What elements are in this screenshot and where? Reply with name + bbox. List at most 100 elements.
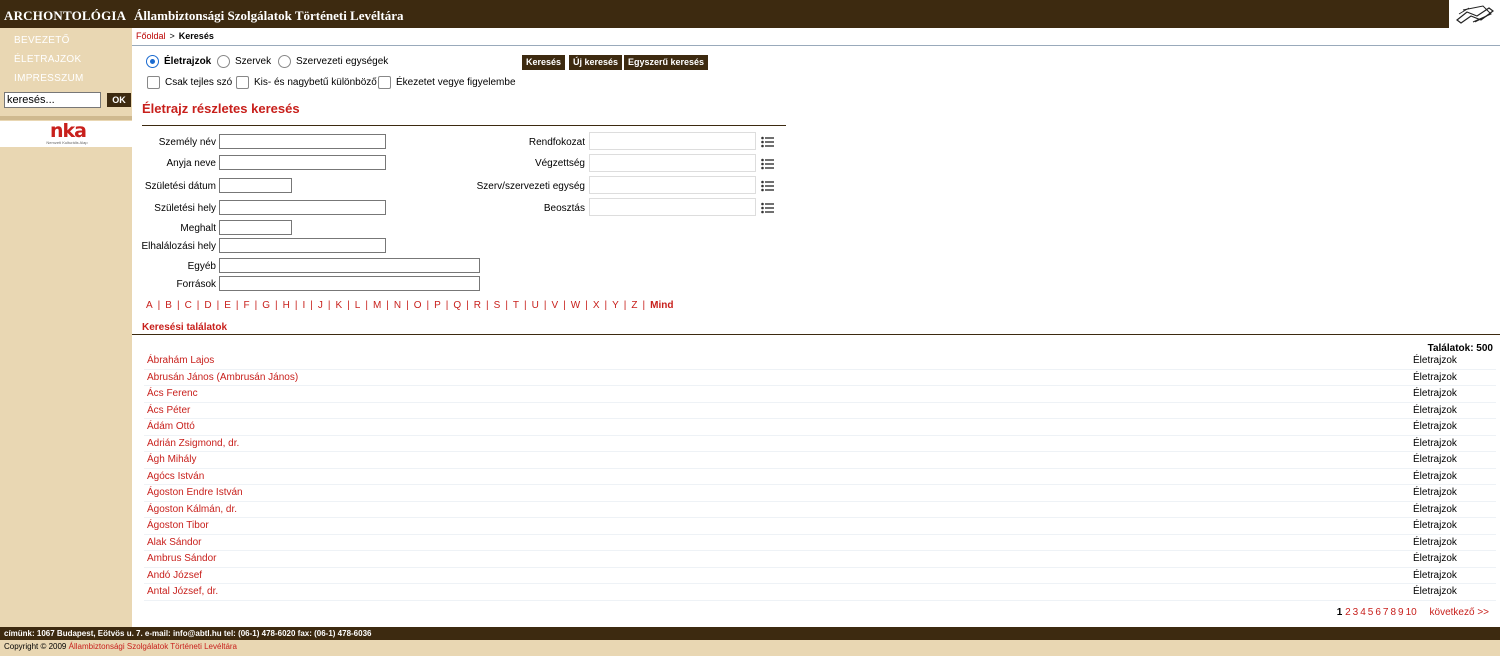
input-elhalalozasi-hely[interactable] [219, 238, 386, 253]
input-rendfokozat[interactable] [589, 132, 756, 150]
radio-szervek[interactable]: Szervek [217, 55, 271, 68]
search-ok-button[interactable]: OK [107, 93, 131, 107]
result-name-link[interactable]: Ács Péter [147, 405, 190, 416]
letter-link[interactable]: Y [612, 300, 619, 311]
input-egyeb[interactable] [219, 258, 480, 273]
label-vegzettseg: Végzettség [534, 158, 585, 169]
input-szervezeti-egyseg[interactable] [589, 176, 756, 194]
letter-link[interactable]: U [532, 300, 539, 311]
letter-link[interactable]: L [355, 300, 361, 311]
input-szuletesi-hely[interactable] [219, 200, 386, 215]
letter-link[interactable]: T [513, 300, 519, 311]
letter-link[interactable]: S [494, 300, 501, 311]
page-link[interactable]: 4 [1360, 607, 1366, 618]
result-name-link[interactable]: Adrián Zsigmond, dr. [147, 438, 239, 449]
result-name-link[interactable]: Andó József [147, 570, 202, 581]
search-input[interactable] [4, 92, 101, 108]
page-link[interactable]: 8 [1390, 607, 1396, 618]
search-button[interactable]: Keresés [522, 55, 566, 70]
nka-logo-subtitle: Nemzeti Kulturális Alap [46, 140, 88, 145]
letter-link[interactable]: C [185, 300, 192, 311]
checkbox-icon[interactable] [378, 76, 391, 89]
letter-link[interactable]: W [571, 300, 580, 311]
list-picker-icon[interactable] [761, 202, 775, 214]
brand-name[interactable]: ARCHONTOLÓGIA [4, 8, 126, 24]
radio-eletrajzok[interactable]: Életrajzok [146, 55, 211, 68]
result-name-link[interactable]: Ádám Ottó [147, 421, 195, 432]
radio-szervezeti-egysegek[interactable]: Szervezeti egységek [278, 55, 388, 68]
checkbox-icon[interactable] [236, 76, 249, 89]
archive-logo-icon[interactable] [1448, 0, 1500, 28]
letter-link[interactable]: F [244, 300, 250, 311]
result-name-link[interactable]: Ágoston Kálmán, dr. [147, 504, 237, 515]
letter-link[interactable]: N [394, 300, 401, 311]
label-szuletesi-hely: Születési hely [154, 203, 216, 214]
footer-org-link[interactable]: Állambiztonsági Szolgálatok Történeti Le… [69, 642, 237, 651]
input-meghalt[interactable] [219, 220, 292, 235]
checkbox-accents[interactable]: Ékezetet vegye figyelembe [378, 76, 516, 89]
page-link[interactable]: 2 [1345, 607, 1351, 618]
input-forrasok[interactable] [219, 276, 480, 291]
letter-link[interactable]: J [318, 300, 323, 311]
page-link[interactable]: 5 [1368, 607, 1374, 618]
result-name-link[interactable]: Alak Sándor [147, 537, 201, 548]
sidebar-item-impresszum[interactable]: IMPRESSZUM [0, 66, 132, 85]
page-link[interactable]: 3 [1353, 607, 1359, 618]
simple-search-button[interactable]: Egyszerű keresés [624, 55, 709, 70]
table-row: Alak Sándor Életrajzok [144, 535, 1496, 551]
letter-link[interactable]: H [283, 300, 290, 311]
letter-link[interactable]: V [551, 300, 558, 311]
list-picker-icon[interactable] [761, 136, 775, 148]
page-link[interactable]: 9 [1398, 607, 1404, 618]
table-row: Ács Péter Életrajzok [144, 403, 1496, 419]
letter-link[interactable]: M [373, 300, 381, 311]
letter-link[interactable]: D [204, 300, 211, 311]
input-szemely-nev[interactable] [219, 134, 386, 149]
letter-link[interactable]: I [302, 300, 305, 311]
breadcrumb-home-link[interactable]: Főoldal [136, 31, 166, 41]
result-name-link[interactable]: Ábrahám Lajos [147, 355, 214, 366]
letter-link[interactable]: B [165, 300, 172, 311]
letter-link[interactable]: K [335, 300, 342, 311]
input-beosztas[interactable] [589, 198, 756, 216]
input-vegzettseg[interactable] [589, 154, 756, 172]
letter-link[interactable]: E [224, 300, 231, 311]
list-picker-icon[interactable] [761, 180, 775, 192]
letter-link-all[interactable]: Mind [650, 300, 673, 311]
letter-link[interactable]: G [262, 300, 270, 311]
result-name-link[interactable]: Ágoston Tibor [147, 520, 209, 531]
result-name-link[interactable]: Ács Ferenc [147, 388, 198, 399]
table-row: Ábrahám Lajos Életrajzok [144, 353, 1496, 370]
input-anyja-neve[interactable] [219, 155, 386, 170]
letter-link[interactable]: O [414, 300, 422, 311]
sidebar-item-eletrajzok[interactable]: ÉLETRAJZOK [0, 47, 132, 66]
sidebar-item-bevezeto[interactable]: BEVEZETŐ [0, 28, 132, 47]
checkbox-icon[interactable] [147, 76, 160, 89]
result-name-link[interactable]: Antal József, dr. [147, 586, 218, 597]
result-name-link[interactable]: Abrusán János (Ambrusán János) [147, 372, 298, 383]
input-szuletesi-datum[interactable] [219, 178, 292, 193]
radio-icon[interactable] [217, 55, 230, 68]
result-name-link[interactable]: Ágoston Endre István [147, 487, 243, 498]
next-page-link[interactable]: következő >> [1430, 607, 1489, 618]
new-search-button[interactable]: Új keresés [569, 55, 623, 70]
page-link[interactable]: 6 [1375, 607, 1381, 618]
result-name-link[interactable]: Agócs István [147, 471, 204, 482]
letter-link[interactable]: P [434, 300, 441, 311]
table-row: Ágoston Tibor Életrajzok [144, 518, 1496, 535]
list-picker-icon[interactable] [761, 158, 775, 170]
result-name-link[interactable]: Ambrus Sándor [147, 553, 216, 564]
radio-icon[interactable] [278, 55, 291, 68]
radio-selected-icon[interactable] [146, 55, 159, 68]
checkbox-whole-word[interactable]: Csak tejles szó [147, 76, 232, 89]
letter-link[interactable]: R [474, 300, 481, 311]
page-link[interactable]: 10 [1406, 607, 1417, 618]
page-link[interactable]: 7 [1383, 607, 1389, 618]
letter-link[interactable]: Z [631, 300, 637, 311]
letter-link[interactable]: X [593, 300, 600, 311]
letter-link[interactable]: A [146, 300, 153, 311]
result-name-link[interactable]: Ágh Mihály [147, 454, 196, 465]
nka-logo[interactable]: nka Nemzeti Kulturális Alap [0, 121, 132, 147]
letter-link[interactable]: Q [453, 300, 461, 311]
checkbox-case-sensitive[interactable]: Kis- és nagybetű különböző [236, 76, 377, 89]
